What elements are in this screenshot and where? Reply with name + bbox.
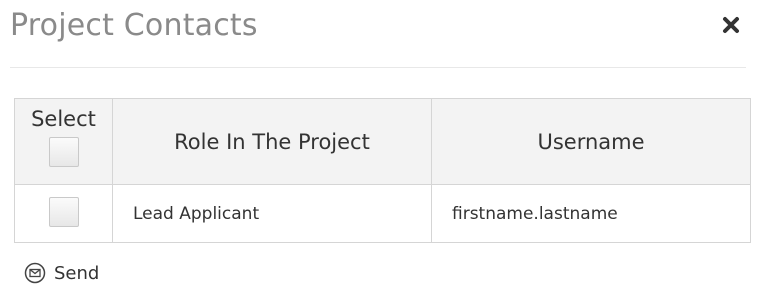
column-header-username: Username (431, 98, 751, 185)
title-divider (10, 67, 746, 68)
select-all-checkbox[interactable] (48, 137, 79, 167)
row-select-cell (14, 184, 113, 243)
role-cell: Lead Applicant (112, 184, 432, 243)
dialog-title: Project Contacts (10, 8, 258, 43)
project-contacts-dialog: Project Contacts Select Role In The Proj… (0, 0, 757, 291)
select-header-label: Select (31, 107, 96, 131)
contacts-table: Select Role In The Project Username Lead… (14, 98, 751, 243)
table-header-row: Select Role In The Project Username (14, 98, 751, 185)
send-button[interactable]: Send (24, 262, 99, 284)
close-icon[interactable] (718, 12, 744, 38)
column-header-select: Select (14, 98, 113, 185)
username-cell: firstname.lastname (431, 184, 751, 243)
envelope-icon (24, 262, 46, 284)
send-label: Send (54, 262, 100, 284)
column-header-role: Role In The Project (112, 98, 432, 185)
table-row: Lead Applicant firstname.lastname (14, 184, 751, 243)
row-checkbox[interactable] (48, 196, 79, 227)
